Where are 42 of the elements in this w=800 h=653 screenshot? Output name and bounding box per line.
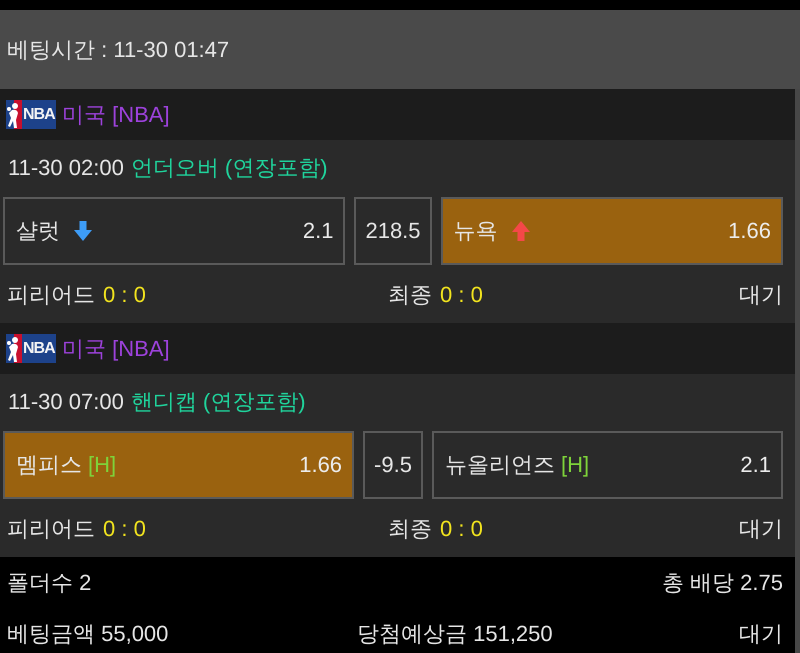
odds-value: 1.66: [728, 218, 771, 244]
market-name: 핸디캡 (연장포함): [130, 389, 306, 415]
team-name: 뉴욕: [454, 218, 498, 244]
period-label: 피리어드: [7, 516, 95, 542]
final-score: 0 : 0: [440, 282, 483, 308]
line-value: -9.5: [363, 431, 423, 499]
team-name: 샬럿: [16, 218, 60, 244]
period-label: 피리어드: [7, 282, 95, 308]
final-score: 0 : 0: [440, 516, 483, 542]
match-time: 11-30 02:00: [8, 155, 124, 181]
league-name: 미국 [NBA]: [62, 336, 170, 362]
team-name: 뉴올리언즈: [444, 452, 555, 478]
odds-option[interactable]: 뉴올리언즈 [H] 2.1: [432, 431, 784, 499]
betting-time: 베팅시간 : 11-30 01:47: [7, 36, 230, 62]
player-silhouette-icon: [6, 100, 22, 129]
match-time: 11-30 07:00: [8, 389, 124, 415]
period-score: 0 : 0: [103, 282, 146, 308]
team-name: 멤피스: [16, 452, 82, 478]
odds-option[interactable]: 샬럿 2.1: [3, 197, 346, 265]
odds-value: 1.66: [299, 452, 342, 478]
odds-value: 2.1: [740, 452, 772, 478]
match-status: 대기: [739, 282, 783, 308]
folder-count: 폴더수 2: [7, 570, 92, 596]
expected-payout: 당첨예상금 151,250: [357, 620, 554, 646]
league-name: 미국 [NBA]: [62, 102, 170, 128]
final-label: 최종: [388, 516, 432, 542]
final-label: 최종: [388, 282, 432, 308]
stake-amount: 베팅금액 55,000: [7, 620, 170, 646]
bet-status: 대기: [739, 620, 783, 646]
line-value: 218.5: [354, 197, 432, 265]
period-score: 0 : 0: [103, 516, 146, 542]
odds-value: 2.1: [302, 218, 334, 244]
match-status: 대기: [739, 516, 783, 542]
player-silhouette-icon: [6, 334, 22, 363]
odds-option[interactable]: 뉴욕 1.66: [440, 197, 783, 265]
home-tag: [H]: [560, 452, 590, 478]
odds-option[interactable]: 멤피스 [H] 1.66: [3, 431, 354, 499]
logo-text: NBA: [22, 339, 55, 359]
total-odds: 총 배당 2.75: [662, 570, 783, 596]
home-tag: [H]: [88, 452, 116, 478]
market-name: 언더오버 (연장포함): [130, 155, 328, 181]
logo-text: NBA: [22, 105, 55, 125]
